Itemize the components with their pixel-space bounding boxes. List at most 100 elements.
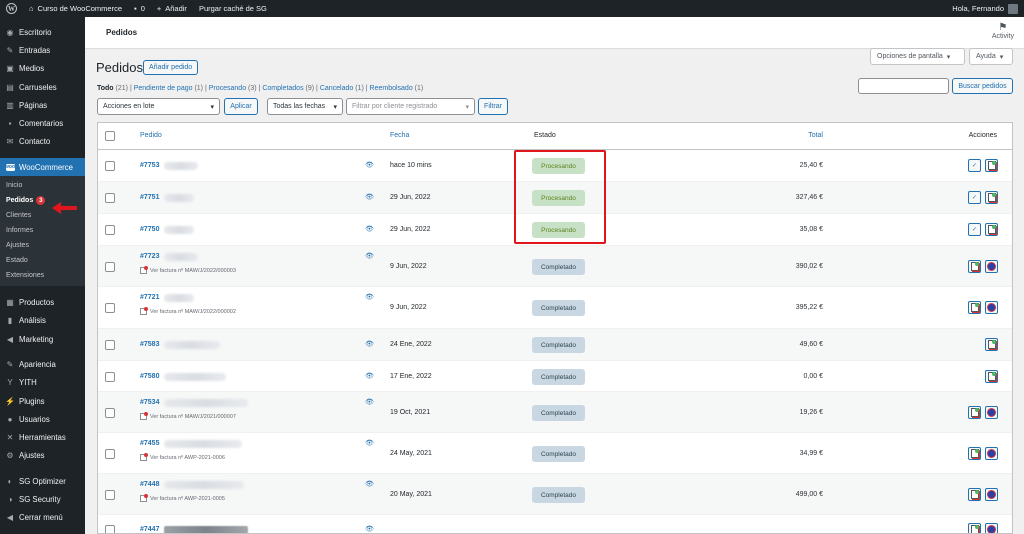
order-link[interactable]: #7751 <box>140 194 159 201</box>
send-invoice-button[interactable] <box>985 488 998 501</box>
column-total[interactable]: Total <box>808 132 823 139</box>
order-link[interactable]: #7750 <box>140 226 159 233</box>
sidebar-item-usuarios[interactable]: ● Usuarios <box>0 410 85 428</box>
pdf-invoice-button[interactable] <box>968 406 981 419</box>
row-checkbox[interactable] <box>105 340 115 350</box>
send-invoice-button[interactable] <box>985 406 998 419</box>
activity-button[interactable]: ⚑ Activity <box>992 22 1014 40</box>
pdf-invoice-button[interactable] <box>968 301 981 314</box>
send-invoice-button[interactable] <box>985 447 998 460</box>
send-invoice-button[interactable] <box>985 260 998 273</box>
order-link[interactable]: #7753 <box>140 162 159 169</box>
date-filter-select[interactable]: Todas las fechas ▾ <box>267 98 343 115</box>
preview-eye-icon[interactable]: 👁 <box>365 340 374 348</box>
complete-order-button[interactable]: ✓ <box>968 159 981 172</box>
submenu-item-extensiones[interactable]: Extensiones <box>0 268 85 283</box>
sidebar-item-contacto[interactable]: ✉ Contacto <box>0 133 85 151</box>
column-order[interactable]: Pedido <box>140 132 162 139</box>
help-button[interactable]: Ayuda ▾ <box>969 48 1013 65</box>
order-link[interactable]: #7534 <box>140 399 159 406</box>
search-input[interactable] <box>858 78 949 94</box>
order-link[interactable]: #7583 <box>140 341 159 348</box>
column-date[interactable]: Fecha <box>390 132 409 139</box>
filter-link-procesando[interactable]: Procesando <box>209 85 246 92</box>
submenu-item-estado[interactable]: Estado <box>0 253 85 268</box>
customer-filter-select[interactable]: Filtrar por cliente registrado ▾ <box>346 98 475 115</box>
order-link[interactable]: #7455 <box>140 440 159 447</box>
sidebar-item-woocommerce[interactable]: woo WooCommerce <box>0 158 85 177</box>
sidebar-item-comentarios[interactable]: ▪ Comentarios <box>0 114 85 132</box>
add-order-button[interactable]: Añadir pedido <box>143 60 199 75</box>
sidebar-item-marketing[interactable]: ◀ Marketing <box>0 330 85 348</box>
apply-button[interactable]: Aplicar <box>224 98 258 115</box>
sidebar-item-plugins[interactable]: ⚡ Plugins <box>0 392 85 410</box>
preview-eye-icon[interactable]: 👁 <box>365 193 374 201</box>
sidebar-item-sg-optimizer[interactable]: ◐ SG Optimizer <box>0 472 85 490</box>
row-checkbox[interactable] <box>105 161 115 171</box>
sidebar-item-ajustes[interactable]: ⚙ Ajustes <box>0 447 85 465</box>
preview-eye-icon[interactable]: 👁 <box>365 372 374 380</box>
sidebar-item-medios[interactable]: ▣ Medios <box>0 60 85 78</box>
order-link[interactable]: #7723 <box>140 253 159 260</box>
sidebar-item-cerrar-menú[interactable]: ◀ Cerrar menú <box>0 509 85 527</box>
preview-eye-icon[interactable]: 👁 <box>365 480 374 488</box>
sidebar-item-análisis[interactable]: ▮ Análisis <box>0 312 85 330</box>
bulk-actions-select[interactable]: Acciones en lote ▾ <box>97 98 220 115</box>
pdf-invoice-button[interactable] <box>985 338 998 351</box>
row-checkbox[interactable] <box>105 490 115 500</box>
sidebar-item-sg-security[interactable]: ◑ SG Security <box>0 490 85 508</box>
pdf-invoice-button[interactable] <box>985 223 998 236</box>
preview-eye-icon[interactable]: 👁 <box>365 398 374 406</box>
preview-eye-icon[interactable]: 👁 <box>365 439 374 447</box>
row-checkbox[interactable] <box>105 372 115 382</box>
sidebar-item-carruseles[interactable]: ▤ Carruseles <box>0 78 85 96</box>
site-name-link[interactable]: ⌂ Curso de WooCommerce <box>23 0 128 17</box>
order-link[interactable]: #7447 <box>140 526 159 533</box>
row-checkbox[interactable] <box>105 225 115 235</box>
filter-link-reembolsado[interactable]: Reembolsado <box>370 85 413 92</box>
order-link[interactable]: #7721 <box>140 294 159 301</box>
select-all-checkbox[interactable] <box>105 131 115 141</box>
pdf-invoice-button[interactable] <box>985 191 998 204</box>
preview-eye-icon[interactable]: 👁 <box>365 293 374 301</box>
submenu-item-inicio[interactable]: Inicio <box>0 178 85 193</box>
sidebar-item-yith[interactable]: Y YITH <box>0 374 85 392</box>
pdf-invoice-button[interactable] <box>985 370 998 383</box>
submenu-item-informes[interactable]: Informes <box>0 223 85 238</box>
order-link[interactable]: #7580 <box>140 373 159 380</box>
pdf-invoice-button[interactable] <box>968 447 981 460</box>
sidebar-item-escritorio[interactable]: ◉ Escritorio <box>0 23 85 41</box>
invoice-link[interactable]: Ver factura nº AWP-2021-0006 <box>140 453 225 461</box>
row-checkbox[interactable] <box>105 449 115 459</box>
sidebar-item-apariencia[interactable]: ✎ Apariencia <box>0 355 85 373</box>
pdf-invoice-button[interactable] <box>968 488 981 501</box>
preview-eye-icon[interactable]: 👁 <box>365 225 374 233</box>
wordpress-logo-button[interactable]: W <box>0 0 23 17</box>
sidebar-item-herramientas[interactable]: ✕ Herramientas <box>0 428 85 446</box>
invoice-link[interactable]: Ver factura nº MAW/J/2022/000002 <box>140 307 236 315</box>
preview-eye-icon[interactable]: 👁 <box>365 525 374 533</box>
submenu-item-ajustes[interactable]: Ajustes <box>0 238 85 253</box>
filter-link-cancelado[interactable]: Cancelado <box>320 85 353 92</box>
filter-link-pendiente-de-pago[interactable]: Pendiente de pago <box>134 85 193 92</box>
pdf-invoice-button[interactable] <box>968 260 981 273</box>
send-invoice-button[interactable] <box>985 301 998 314</box>
row-checkbox[interactable] <box>105 262 115 272</box>
row-checkbox[interactable] <box>105 408 115 418</box>
send-invoice-button[interactable] <box>985 523 998 533</box>
row-checkbox[interactable] <box>105 193 115 203</box>
search-orders-button[interactable]: Buscar pedidos <box>952 78 1013 94</box>
filter-button[interactable]: Filtrar <box>478 98 508 115</box>
screen-options-button[interactable]: Opciones de pantalla ▾ <box>870 48 965 65</box>
complete-order-button[interactable]: ✓ <box>968 223 981 236</box>
preview-eye-icon[interactable]: 👁 <box>365 252 374 260</box>
new-content-link[interactable]: + Añadir <box>151 0 193 17</box>
complete-order-button[interactable]: ✓ <box>968 191 981 204</box>
sidebar-item-entradas[interactable]: ✎ Entradas <box>0 41 85 59</box>
invoice-link[interactable]: Ver factura nº AWP-2021-0005 <box>140 494 225 502</box>
filter-link-completados[interactable]: Completados <box>262 85 303 92</box>
invoice-link[interactable]: Ver factura nº MAW/J/2021/000007 <box>140 412 236 420</box>
row-checkbox[interactable] <box>105 303 115 313</box>
order-link[interactable]: #7448 <box>140 481 159 488</box>
comments-link[interactable]: ▪ 0 <box>128 0 151 17</box>
